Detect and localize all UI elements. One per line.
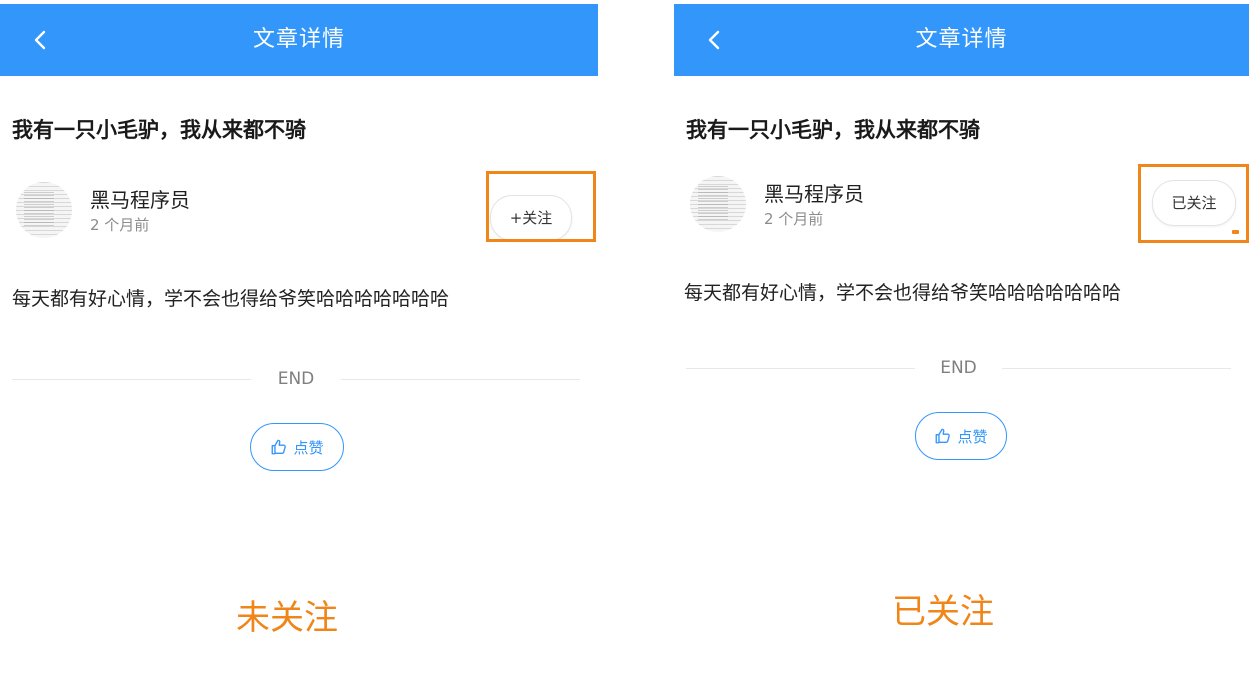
article-content: 每天都有好心情，学不会也得给爷笑哈哈哈哈哈哈哈: [684, 282, 1122, 304]
thumbs-up-icon: [272, 439, 287, 455]
author-name: 黑马程序员: [90, 188, 190, 212]
author-name: 黑马程序员: [764, 182, 864, 206]
publish-time: 2 个月前: [764, 210, 824, 228]
publish-time: 2 个月前: [90, 216, 150, 234]
divider-line: [1002, 368, 1231, 369]
avatar: [690, 176, 746, 232]
state-caption: 已关注: [892, 592, 994, 632]
thumbs-up-icon: [936, 428, 951, 444]
state-caption: 未关注: [236, 598, 338, 638]
panel-not-followed: 文章详情 我有一只小毛驴，我从来都不骑 黑马程序员 2 个月前 +关注 每天都有…: [0, 0, 598, 692]
like-button[interactable]: 点赞: [250, 423, 344, 471]
panel-followed: 文章详情 我有一只小毛驴，我从来都不骑 黑马程序员 2 个月前 已关注 每天都有…: [674, 0, 1249, 692]
highlight-box: [486, 171, 596, 242]
like-label: 点赞: [957, 427, 988, 446]
page-title: 文章详情: [252, 27, 345, 52]
divider-line: [341, 379, 580, 380]
like-label: 点赞: [293, 438, 324, 457]
article-title: 我有一只小毛驴，我从来都不骑: [686, 118, 980, 142]
end-divider: END: [12, 367, 580, 391]
page-title: 文章详情: [915, 27, 1008, 52]
highlight-marker: [1232, 230, 1239, 234]
article-title: 我有一只小毛驴，我从来都不骑: [12, 118, 306, 142]
nav-bar: 文章详情: [0, 4, 598, 76]
like-button[interactable]: 点赞: [915, 412, 1007, 460]
avatar: [16, 182, 72, 238]
nav-bar: 文章详情: [674, 4, 1249, 76]
article-content: 每天都有好心情，学不会也得给爷笑哈哈哈哈哈哈哈: [12, 288, 450, 310]
end-divider: END: [686, 356, 1231, 380]
comparison-canvas: 文章详情 我有一只小毛驴，我从来都不骑 黑马程序员 2 个月前 +关注 每天都有…: [0, 0, 1249, 692]
